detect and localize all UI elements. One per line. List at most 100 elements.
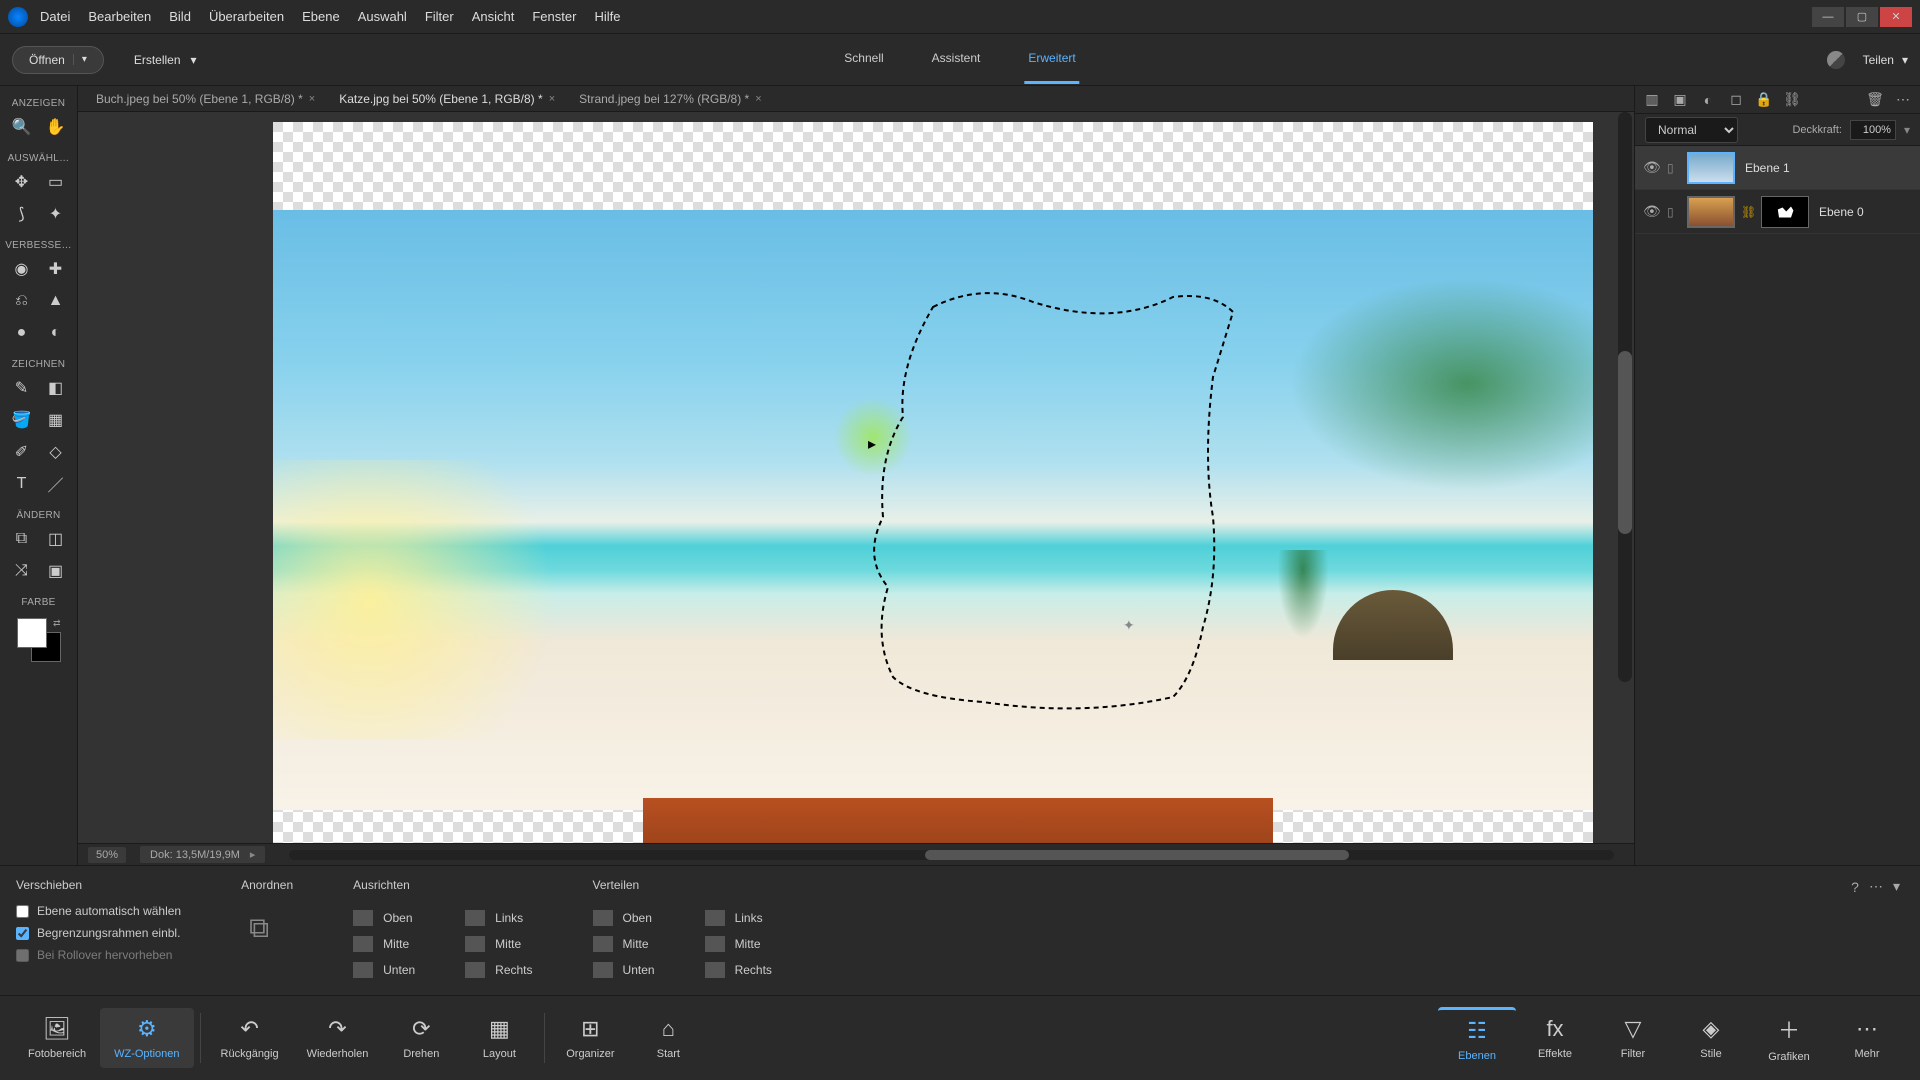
link-icon[interactable]: ⛓ xyxy=(1783,91,1801,109)
wand-tool-icon[interactable]: ✦ xyxy=(41,200,71,228)
lasso-tool-icon[interactable]: ⟆ xyxy=(7,200,37,228)
marquee-tool-icon[interactable]: ▭ xyxy=(41,168,71,196)
move-tool-icon[interactable]: ✥ xyxy=(7,168,37,196)
layer-name[interactable]: Ebene 0 xyxy=(1819,205,1864,219)
gradient-tool-icon[interactable]: ▦ xyxy=(41,406,71,434)
zoom-level[interactable]: 50% xyxy=(88,847,126,863)
tool-options-button[interactable]: ⚙WZ-Optionen xyxy=(100,1008,193,1068)
menu-layer[interactable]: Ebene xyxy=(302,9,340,24)
undo-button[interactable]: ↶Rückgängig xyxy=(207,1008,293,1068)
graphics-tab[interactable]: ＋Grafiken xyxy=(1750,1005,1828,1071)
maximize-button[interactable]: ▢ xyxy=(1846,7,1878,27)
menu-window[interactable]: Fenster xyxy=(532,9,576,24)
styles-tab[interactable]: ◈Stile xyxy=(1672,1008,1750,1068)
stamp-tool-icon[interactable]: ▲ xyxy=(41,287,71,315)
crop-tool-icon[interactable]: ⧉ xyxy=(7,525,37,553)
swap-colors-icon[interactable]: ⇄ xyxy=(53,618,61,629)
blend-mode-select[interactable]: Normal xyxy=(1645,117,1738,143)
mode-quick[interactable]: Schnell xyxy=(840,35,887,84)
rollover-checkbox[interactable]: Bei Rollover hervorheben xyxy=(16,948,181,962)
distribute-right[interactable]: Rechts xyxy=(705,962,772,978)
sponge-tool-icon[interactable]: ◐ xyxy=(41,319,71,347)
menu-view[interactable]: Ansicht xyxy=(472,9,515,24)
canvas[interactable]: ▸ ✦ xyxy=(273,122,1593,843)
straighten-tool-icon[interactable]: ⤨ xyxy=(7,557,37,585)
link-icon[interactable]: ⛓ xyxy=(1741,205,1755,219)
visibility-icon[interactable]: 👁 xyxy=(1643,203,1661,220)
layer-row-1[interactable]: 👁 ▯ Ebene 1 xyxy=(1635,146,1920,190)
brush-tool-icon[interactable]: ✎ xyxy=(7,374,37,402)
layer-row-0[interactable]: 👁 ▯ ⛓ Ebene 0 xyxy=(1635,190,1920,234)
distribute-top[interactable]: Oben xyxy=(593,910,655,926)
align-middle[interactable]: Mitte xyxy=(353,936,415,952)
menu-file[interactable]: Datei xyxy=(40,9,70,24)
organizer-button[interactable]: ⊞Organizer xyxy=(551,1008,629,1068)
shape-tool-icon[interactable]: ◇ xyxy=(41,438,71,466)
layer-lock-icon[interactable]: ▯ xyxy=(1667,205,1681,219)
clone-tool-icon[interactable]: ⎌ xyxy=(7,287,37,315)
create-button[interactable]: Erstellen ▾ xyxy=(134,53,197,67)
distribute-left[interactable]: Links xyxy=(705,910,772,926)
hand-tool-icon[interactable]: ✋ xyxy=(41,113,71,141)
menu-image[interactable]: Bild xyxy=(169,9,191,24)
minimize-button[interactable]: — xyxy=(1812,7,1844,27)
panel-menu-icon[interactable]: ⋯ xyxy=(1869,878,1883,895)
text-tool-icon[interactable]: T xyxy=(7,470,37,498)
more-tab[interactable]: ⋯Mehr xyxy=(1828,1008,1906,1068)
recompose-tool-icon[interactable]: ◫ xyxy=(41,525,71,553)
menu-edit[interactable]: Bearbeiten xyxy=(88,9,151,24)
collapse-icon[interactable]: ▾ xyxy=(1893,878,1900,895)
close-button[interactable]: ✕ xyxy=(1880,7,1912,27)
menu-filter[interactable]: Filter xyxy=(425,9,454,24)
auto-select-checkbox[interactable]: Ebene automatisch wählen xyxy=(16,904,181,918)
distribute-middle[interactable]: Mitte xyxy=(593,936,655,952)
new-group-icon[interactable]: ▣ xyxy=(1671,91,1689,109)
layer-lock-icon[interactable]: ▯ xyxy=(1667,161,1681,175)
redo-button[interactable]: ↷Wiederholen xyxy=(293,1008,383,1068)
opacity-input[interactable] xyxy=(1850,120,1896,140)
photobin-button[interactable]: 🖼Fotobereich xyxy=(14,1008,100,1068)
layout-button[interactable]: ▦Layout xyxy=(460,1008,538,1068)
arrange-icon[interactable]: ⧉ xyxy=(241,910,277,946)
blur-tool-icon[interactable]: ● xyxy=(7,319,37,347)
menu-select[interactable]: Auswahl xyxy=(358,9,407,24)
align-right[interactable]: Rechts xyxy=(465,962,532,978)
lock-icon[interactable]: 🔒 xyxy=(1755,91,1773,109)
zoom-tool-icon[interactable]: 🔍 xyxy=(7,113,37,141)
share-button[interactable]: Teilen ▾ xyxy=(1863,53,1908,67)
eraser-tool-icon[interactable]: ◧ xyxy=(41,374,71,402)
tab-strand[interactable]: Strand.jpeg bei 127% (RGB/8) *× xyxy=(571,88,770,110)
trash-icon[interactable]: 🗑 xyxy=(1866,91,1884,109)
panel-menu-icon[interactable]: ⋯ xyxy=(1894,91,1912,109)
visibility-icon[interactable]: 👁 xyxy=(1643,159,1661,176)
help-icon[interactable]: ? xyxy=(1851,879,1859,895)
healing-tool-icon[interactable]: ✚ xyxy=(41,255,71,283)
document-info[interactable]: Dok: 13,5M/19,9M▸ xyxy=(140,846,265,863)
mask-icon[interactable]: ◻ xyxy=(1727,91,1745,109)
menu-enhance[interactable]: Überarbeiten xyxy=(209,9,284,24)
foreground-color[interactable] xyxy=(17,618,47,648)
tab-buch[interactable]: Buch.jpeg bei 50% (Ebene 1, RGB/8) *× xyxy=(88,88,323,110)
menu-help[interactable]: Hilfe xyxy=(594,9,620,24)
filter-tab[interactable]: ▽Filter xyxy=(1594,1008,1672,1068)
distribute-center[interactable]: Mitte xyxy=(705,936,772,952)
layer-mask-thumbnail[interactable] xyxy=(1761,196,1809,228)
open-button[interactable]: Öffnen ▾ xyxy=(12,46,104,74)
picker-tool-icon[interactable]: ✐ xyxy=(7,438,37,466)
layer-thumbnail[interactable] xyxy=(1687,196,1735,228)
pencil-tool-icon[interactable]: ／ xyxy=(41,470,71,498)
rotate-button[interactable]: ⟳Drehen xyxy=(382,1008,460,1068)
canvas-viewport[interactable]: ▸ ✦ xyxy=(78,112,1634,843)
close-icon[interactable]: × xyxy=(549,93,555,105)
chevron-down-icon[interactable]: ▾ xyxy=(73,54,87,65)
distribute-bottom[interactable]: Unten xyxy=(593,962,655,978)
effects-tab[interactable]: fxEffekte xyxy=(1516,1008,1594,1068)
horizontal-scrollbar[interactable] xyxy=(289,850,1614,860)
tab-katze[interactable]: Katze.jpg bei 50% (Ebene 1, RGB/8) *× xyxy=(331,88,563,110)
layers-tab[interactable]: ☷Ebenen xyxy=(1438,1007,1516,1070)
align-bottom[interactable]: Unten xyxy=(353,962,415,978)
close-icon[interactable]: × xyxy=(755,93,761,105)
align-left[interactable]: Links xyxy=(465,910,532,926)
layer-thumbnail[interactable] xyxy=(1687,152,1735,184)
chevron-down-icon[interactable]: ▾ xyxy=(1904,123,1910,137)
